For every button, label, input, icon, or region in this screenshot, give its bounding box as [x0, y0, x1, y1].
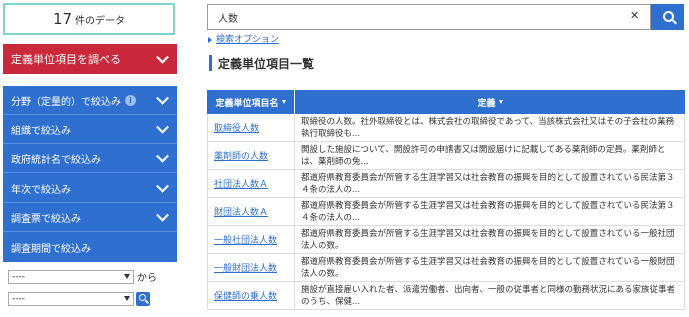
column-header-label: 定義単位項目名: [215, 98, 279, 109]
filter-panel: 分野（定量的）で絞込み i 組織で絞込み 政府統計名で絞込み 年次で絞込み 調査…: [3, 86, 177, 262]
triangle-right-icon: [208, 36, 212, 43]
browse-definition-items-button[interactable]: 定義単位項目を調べる: [3, 44, 177, 74]
filter-survey-period: 調査期間で絞込み: [3, 233, 177, 262]
filter-label: 組織で絞込み: [11, 125, 71, 137]
search-options-label: 検索オプション: [216, 35, 280, 45]
filter-questionnaire[interactable]: 調査票で絞込み: [3, 203, 177, 232]
filter-label: 調査期間で絞込み: [11, 244, 91, 255]
item-name-link[interactable]: 保健師の乗人数: [208, 282, 295, 309]
item-definition: 取締役の人数。社外取締役とは、株式会社の取締役であって、当該株式会社又はその子会…: [301, 116, 675, 139]
item-name-link[interactable]: 社団法人数Ａ: [208, 170, 295, 197]
item-name-link[interactable]: 財団法人数Ａ: [208, 198, 295, 225]
period-search-button[interactable]: [136, 292, 150, 306]
column-header-name[interactable]: 定義単位項目名: [207, 90, 295, 114]
search-input[interactable]: 人数: [207, 4, 651, 30]
period-to-select[interactable]: ----: [8, 292, 134, 306]
results-table: 定義単位項目名 定義 取締役人数 取締役の人数。社外取締役とは、株式会社の取締役…: [207, 90, 685, 310]
page-title: 定義単位項目一覧: [209, 55, 314, 71]
filter-organization[interactable]: 組織で絞込み: [3, 115, 177, 144]
result-count-label: 件のデータ: [75, 15, 126, 27]
chevron-down-icon: [156, 91, 169, 105]
table-row: 一般社団法人数 都道府県教育委員会が所管する生涯学習又は社会教育の振興を目的とし…: [207, 226, 685, 254]
browse-button-label: 定義単位項目を調べる: [11, 53, 121, 66]
result-count-box: 17 件のデータ: [3, 3, 175, 35]
table-row: 薬剤師の人数 開設した施設について、開設許可の申請書又は開設届けに記載してある薬…: [207, 142, 685, 170]
chevron-down-icon: [156, 149, 169, 163]
search-icon: [663, 11, 674, 22]
search-icon: [139, 294, 146, 301]
sidebar: 17 件のデータ 定義単位項目を調べる 分野（定量的）で絞込み i 組織で絞込み…: [0, 0, 180, 317]
table-row: 社団法人数Ａ 都道府県教育委員会が所管する生涯学習又は社会教育の振興を目的として…: [207, 170, 685, 198]
item-name-link[interactable]: 薬剤師の人数: [208, 142, 295, 169]
table-row: 財団法人数Ａ 都道府県教育委員会が所管する生涯学習又は社会教育の振興を目的として…: [207, 198, 685, 226]
page-title-text: 定義単位項目一覧: [218, 56, 315, 71]
chevron-down-icon: [156, 208, 169, 222]
search-button[interactable]: [651, 4, 684, 30]
chevron-down-icon: [156, 179, 169, 193]
column-header-definition[interactable]: 定義: [295, 90, 685, 114]
filter-field[interactable]: 分野（定量的）で絞込み i: [3, 86, 177, 115]
sort-icon: [498, 100, 503, 104]
chevron-down-icon: [156, 120, 169, 134]
table-row: 保健師の乗人数 施設が直接雇い入れた者、派遣労働者、出向者、一般の従事者と同様の…: [207, 282, 685, 310]
item-name-link[interactable]: 一般社団法人数: [208, 226, 295, 253]
item-definition: 都道府県教育委員会が所管する生涯学習又は社会教育の振興を目的として設置されている…: [301, 228, 675, 251]
table-row: 一般財団法人数 都道府県教育委員会が所管する生涯学習又は社会教育の振興を目的とし…: [207, 254, 685, 282]
item-name-link[interactable]: 一般財団法人数: [208, 254, 295, 281]
period-to-value: ----: [12, 294, 25, 304]
filter-label: 年次で絞込み: [11, 184, 71, 196]
dropdown-arrow-icon: [124, 296, 130, 301]
sort-icon: [281, 100, 286, 104]
filter-statistics-name[interactable]: 政府統計名で絞込み: [3, 144, 177, 173]
item-definition: 開設した施設について、開設許可の申請書又は開設届けに記載してある薬剤師の定員。薬…: [301, 144, 666, 167]
table-header: 定義単位項目名 定義: [207, 90, 685, 114]
info-icon[interactable]: i: [125, 94, 136, 106]
period-from-value: ----: [12, 272, 25, 282]
search-input-value: 人数: [218, 13, 238, 25]
filter-year[interactable]: 年次で絞込み: [3, 174, 177, 203]
filter-label: 政府統計名で絞込み: [11, 154, 101, 166]
item-definition: 都道府県教育委員会が所管する生涯学習又は社会教育の振興を目的として設置されている…: [301, 256, 675, 279]
close-icon[interactable]: ✕: [630, 9, 639, 22]
filter-label: 分野（定量的）で絞込み: [11, 96, 121, 108]
chevron-down-icon: [156, 50, 169, 64]
item-definition: 都道府県教育委員会が所管する生涯学習又は社会教育の振興を目的として設置されている…: [301, 172, 675, 195]
item-name-link[interactable]: 取締役人数: [208, 114, 295, 141]
column-header-label: 定義: [477, 98, 496, 109]
dropdown-arrow-icon: [124, 274, 130, 279]
search-options-link[interactable]: 検索オプション: [208, 32, 279, 45]
period-from-suffix: から: [137, 273, 157, 284]
item-definition: 都道府県教育委員会が所管する生涯学習又は社会教育の振興を目的として設置されている…: [301, 200, 675, 223]
result-count-number: 17: [52, 10, 73, 28]
filter-label: 調査票で絞込み: [11, 213, 81, 225]
item-definition: 施設が直接雇い入れた者、派遣労働者、出向者、一般の従事者と同様の勤務状況にある家…: [301, 284, 676, 307]
table-row: 取締役人数 取締役の人数。社外取締役とは、株式会社の取締役であって、当該株式会社…: [207, 114, 685, 142]
period-from-select[interactable]: ----: [8, 270, 134, 284]
